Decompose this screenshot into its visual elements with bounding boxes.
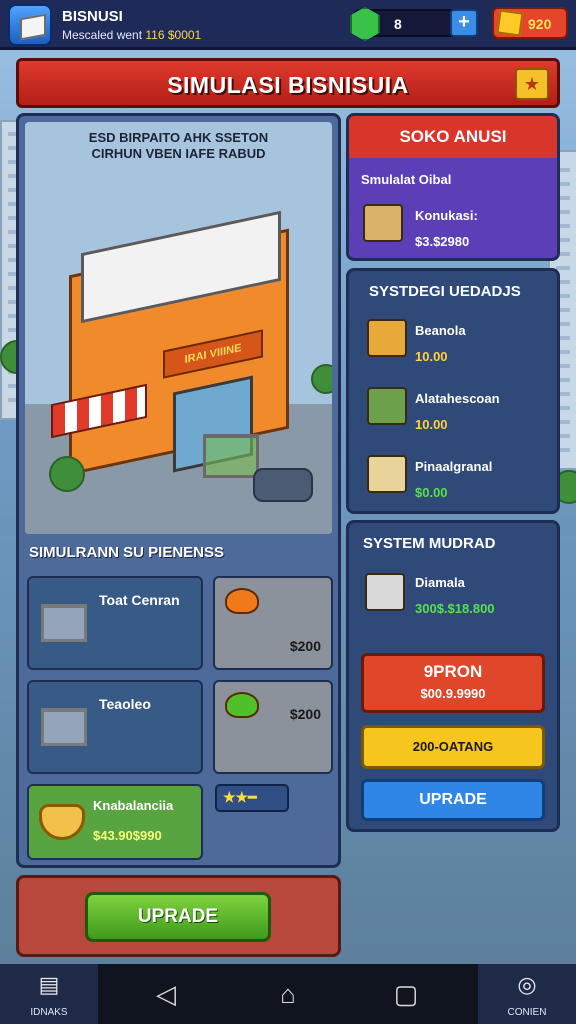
system-mudrad-item-label: Diamala (415, 575, 465, 590)
scene-caption: ESD BIRPAITO AHK SSETON CIRHUN VBEN IAFE… (33, 130, 324, 162)
menu-icon: ▤ (38, 972, 60, 997)
buy-red-value: $00.9.9990 (420, 686, 486, 701)
gem-icon (350, 7, 380, 41)
soko-item-label: Konukasi: (415, 208, 478, 223)
soko-item-value: $3.$2980 (415, 234, 470, 249)
systemi-item-label: Beanola (415, 323, 466, 338)
item-price: $200 (289, 638, 321, 654)
shopping-cart-icon (41, 708, 87, 746)
item-card-toat-cenran[interactable]: Toat Cenran (27, 576, 203, 670)
hud-subtitle-prefix: Mescaled went (62, 28, 143, 42)
home-icon[interactable]: ⌂ (272, 978, 304, 1010)
systemi-item-value: 10.00 (415, 349, 448, 364)
soko-panel: SOKO ANUSI Smulalat Oibal Konukasi: $3.$… (346, 113, 560, 261)
car-icon (253, 468, 313, 502)
item-price: $200 (289, 706, 321, 722)
system-mudrad-panel: SYSTEM MUDRAD Diamala 300$.$18.800 9PRON… (346, 520, 560, 832)
nav-right-label: CONIEN (507, 1007, 547, 1018)
app-logo-icon (8, 4, 52, 46)
green-fuel-icon (225, 692, 259, 718)
gem-count: 8 (394, 16, 402, 32)
nav-left-label: IDNAKS (30, 1007, 68, 1018)
systemi-item-value: 10.00 (415, 417, 448, 432)
scene-caption-line2: CIRHUN VBEN IAFE RABUD (91, 146, 266, 161)
compass-icon: ◎ (517, 972, 537, 997)
item-card-fuel-2[interactable]: $200 (213, 680, 333, 774)
favorite-star-button[interactable]: ★ (515, 68, 549, 100)
desk-icon (363, 204, 403, 242)
simulation-heading: SIMULRANN SU PIENENSS (29, 544, 225, 561)
coin-value: 920 (528, 16, 552, 32)
hud-subtitle: Mescaled went 116 $0001 (62, 28, 201, 42)
upgrade-button[interactable]: UPRADE (85, 892, 271, 942)
buy-yellow-button[interactable]: 200-OATANG (361, 725, 545, 769)
upgrade-blue-button[interactable]: UPRADE (361, 779, 545, 821)
recent-apps-icon[interactable]: ▢ (390, 978, 422, 1010)
hud-subtitle-value: 116 $0001 (145, 28, 202, 42)
hand-truck-icon (367, 387, 407, 425)
noodle-bowl-icon (39, 804, 85, 840)
systemi-item-value: $0.00 (415, 485, 448, 500)
buy-red-button[interactable]: 9PRON $00.9.9990 (361, 653, 545, 713)
item-label: Toat Cenran (99, 592, 180, 608)
desk-icon (365, 573, 405, 611)
item-card-teaoleo[interactable]: Teaoleo (27, 680, 203, 774)
title-banner: SIMULASI BISNISUIA ★ (16, 58, 560, 108)
item-price: $43.90$990 (93, 828, 162, 843)
nav-left-tab[interactable]: ▤ IDNAKS (0, 964, 98, 1024)
tree-icon (311, 364, 332, 394)
hud-title: BISNUSI (62, 8, 123, 25)
systemi-item-label: Pinaalgranal (415, 459, 493, 474)
systemi-item-label: Alatahescoan (415, 391, 500, 406)
item-label: Knabalanciia (93, 798, 174, 813)
shop-scene[interactable]: ESD BIRPAITO AHK SSETON CIRHUN VBEN IAFE… (25, 122, 332, 534)
item-card-knabalanciia[interactable]: Knabalanciia $43.90$990 (27, 784, 203, 860)
coin-icon (496, 9, 524, 37)
cash-register-icon (367, 455, 407, 493)
orange-fuel-icon (225, 588, 259, 614)
coin-counter[interactable]: 920 (492, 7, 568, 39)
item-card-fuel-1[interactable]: $200 (213, 576, 333, 670)
system-mudrad-title: SYSTEM MUDRAD (363, 535, 496, 552)
system-nav-bar: ▤ IDNAKS ◁ ⌂ ▢ ◎ CONIEN (0, 964, 576, 1024)
shopping-cart-icon (203, 434, 259, 478)
buy-red-title: 9PRON (423, 662, 483, 681)
crate-icon (367, 319, 407, 357)
systemi-title: SYSTDEGI UEDADJS (369, 283, 521, 300)
top-hud: BISNUSI Mescaled went 116 $0001 8 + 920 (0, 0, 576, 50)
soko-title: SOKO ANUSI (349, 116, 557, 158)
add-gems-button[interactable]: + (450, 9, 478, 37)
system-mudrad-item-value: 300$.$18.800 (415, 601, 495, 616)
soko-subtitle: Smulalat Oibal (361, 172, 452, 187)
nav-right-tab[interactable]: ◎ CONIEN (478, 964, 576, 1024)
back-icon[interactable]: ◁ (150, 978, 182, 1010)
rating-stars-bar: ★★━ (215, 784, 289, 812)
systemi-panel: SYSTDEGI UEDADJS Beanola 10.00 Alatahesc… (346, 268, 560, 514)
scene-caption-line1: ESD BIRPAITO AHK SSETON (88, 130, 269, 145)
shopping-cart-icon (41, 604, 87, 642)
page-title: SIMULASI BISNISUIA (167, 72, 409, 98)
upgrade-panel: UPRADE (16, 875, 341, 957)
tree-icon (49, 456, 85, 492)
gem-counter: 8 + (350, 7, 478, 41)
simulation-panel: ESD BIRPAITO AHK SSETON CIRHUN VBEN IAFE… (16, 113, 341, 868)
item-label: Teaoleo (99, 696, 151, 712)
